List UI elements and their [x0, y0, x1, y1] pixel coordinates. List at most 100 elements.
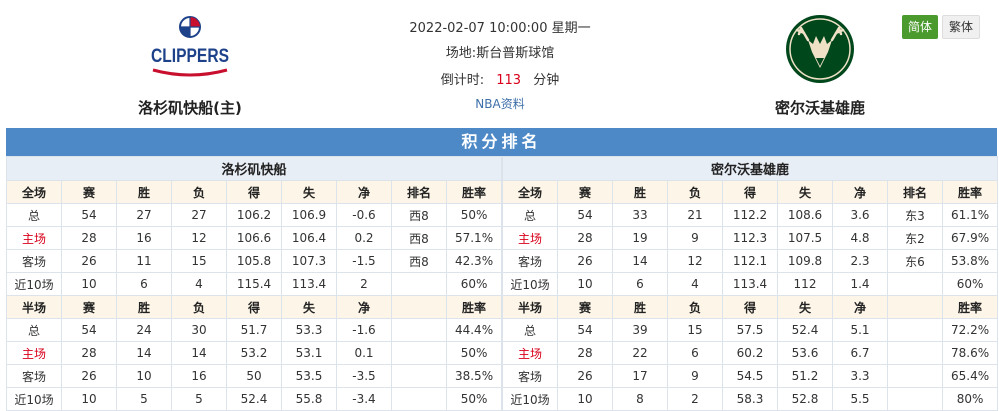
table-cell: [391, 364, 447, 388]
table-cell: 东2: [887, 226, 943, 250]
table-cell: 2: [336, 272, 392, 296]
table-header-cell: 得: [226, 180, 282, 204]
row-label: 总: [6, 203, 62, 227]
table-cell: 3.6: [832, 203, 888, 227]
table-cell: 10: [61, 272, 117, 296]
table-cell: 9: [667, 364, 723, 388]
row-label: 总: [502, 203, 558, 227]
table-cell: [391, 341, 447, 365]
table-cell: 55.8: [281, 387, 337, 411]
table-cell: -1.5: [336, 249, 392, 273]
table-cell: 109.8: [777, 249, 833, 273]
table-row: 近10场 10 8 2 58.3 52.8 5.5 80%: [502, 387, 999, 411]
table-cell: 113.4: [722, 272, 778, 296]
table-row: 总 54 33 21 112.2 108.6 3.6 东3 61.1%: [502, 203, 999, 227]
table-cell: 16: [171, 364, 227, 388]
table-cell: 21: [667, 203, 723, 227]
row-label: 主场: [502, 226, 558, 250]
table-header-cell: 胜: [612, 180, 668, 204]
match-venue: 场地:斯台普斯球馆: [350, 42, 650, 61]
table-header-cell: [887, 295, 943, 319]
standings-banner: 积分排名: [6, 128, 997, 156]
table-cell: 28: [61, 341, 117, 365]
table-header-cell: 胜: [116, 295, 172, 319]
countdown-label: 倒计时:: [440, 73, 485, 88]
table-cell: 10: [557, 387, 613, 411]
table-row: 主场 28 14 14 53.2 53.1 0.1 50%: [6, 341, 503, 365]
table-header-cell: 全场: [502, 180, 558, 204]
row-label: 总: [502, 318, 558, 342]
table-header-cell: 胜率: [445, 295, 503, 319]
table-cell: 28: [61, 226, 117, 250]
row-label: 主场: [502, 341, 558, 365]
table-cell: 106.9: [281, 203, 337, 227]
nba-info-link[interactable]: NBA资料: [350, 95, 650, 112]
table-cell: [391, 318, 447, 342]
table-header-cell: 负: [171, 295, 227, 319]
table-cell: 5: [116, 387, 172, 411]
countdown-value: 113: [496, 73, 522, 88]
table-cell: 52.8: [777, 387, 833, 411]
table-header-cell: 胜: [116, 180, 172, 204]
table-header-cell: 赛: [557, 295, 613, 319]
row-label: 近10场: [502, 272, 558, 296]
table-header-cell: 失: [281, 180, 337, 204]
table-row: 总 54 27 27 106.2 106.9 -0.6 西8 50%: [6, 203, 503, 227]
table-cell: 108.6: [777, 203, 833, 227]
row-label: 近10场: [6, 387, 62, 411]
table-cell: 0.1: [336, 341, 392, 365]
table-cell: [391, 387, 447, 411]
table-cell: -3.5: [336, 364, 392, 388]
table-cell: 105.8: [226, 249, 282, 273]
table-cell: 30: [171, 318, 227, 342]
row-label: 客场: [502, 249, 558, 273]
table-cell: -0.6: [336, 203, 392, 227]
table-cell: 14: [612, 249, 668, 273]
table-cell: 东3: [887, 203, 943, 227]
home-team-name: 洛杉矶快船(主): [138, 99, 242, 117]
row-label: 近10场: [502, 387, 558, 411]
match-info: 2022-02-07 10:00:00 星期一 场地:斯台普斯球馆 倒计时: 1…: [350, 0, 650, 125]
table-header-cell: 得: [226, 295, 282, 319]
table-cell: 10: [116, 364, 172, 388]
match-datetime: 2022-02-07 10:00:00 星期一: [409, 21, 591, 36]
away-standings-table: 密尔沃基雄鹿 全场赛胜负得失净排名 胜率总 54 33 21 112.2 108.6 3.6 东3…: [501, 156, 999, 411]
table-cell: 72.2%: [941, 318, 999, 342]
table-row: 主场 28 16 12 106.6 106.4 0.2 西8 57.1%: [6, 226, 503, 250]
away-team-name: 密尔沃基雄鹿: [774, 99, 865, 117]
table-header-cell: 胜率: [941, 180, 999, 204]
table-row: 客场 26 17 9 54.5 51.2 3.3 65.4%: [502, 364, 999, 388]
table-cell: [391, 272, 447, 296]
table-cell: 西8: [391, 203, 447, 227]
table-cell: 67.9%: [941, 226, 999, 250]
simplified-chinese-button[interactable]: 简体: [902, 15, 939, 39]
table-cell: 26: [61, 249, 117, 273]
table-cell: 16: [116, 226, 172, 250]
table-cell: 5.5: [832, 387, 888, 411]
table-header-cell: 胜率: [445, 180, 503, 204]
table-header-cell: 半场: [502, 295, 558, 319]
table-cell: 112.1: [722, 249, 778, 273]
clippers-logo-text: CLIPPERS: [151, 46, 229, 67]
traditional-chinese-button[interactable]: 繁体: [942, 15, 981, 39]
table-header-cell: 负: [171, 180, 227, 204]
table-header-cell: 净: [832, 180, 888, 204]
table-cell: 6: [116, 272, 172, 296]
table-cell: 115.4: [226, 272, 282, 296]
table-cell: 112.3: [722, 226, 778, 250]
table-header-cell: 失: [777, 295, 833, 319]
table-cell: 22: [612, 341, 668, 365]
table-header-row: 全场赛胜负得失净排名 胜率: [502, 180, 999, 204]
table-cell: 4.8: [832, 226, 888, 250]
table-row: 客场 26 11 15 105.8 107.3 -1.5 西8 42.3%: [6, 249, 503, 273]
table-row: 近10场 10 6 4 113.4 112 1.4 60%: [502, 272, 999, 296]
table-cell: 28: [557, 226, 613, 250]
table-cell: -1.6: [336, 318, 392, 342]
table-cell: 54.5: [722, 364, 778, 388]
table-row: 主场 28 22 6 60.2 53.6 6.7 78.6%: [502, 341, 999, 365]
table-header-row: 半场赛胜负得失净 胜率: [6, 295, 503, 319]
table-cell: 60%: [445, 272, 503, 296]
table-cell: [887, 341, 943, 365]
table-cell: 0.2: [336, 226, 392, 250]
table-cell: 6: [667, 341, 723, 365]
